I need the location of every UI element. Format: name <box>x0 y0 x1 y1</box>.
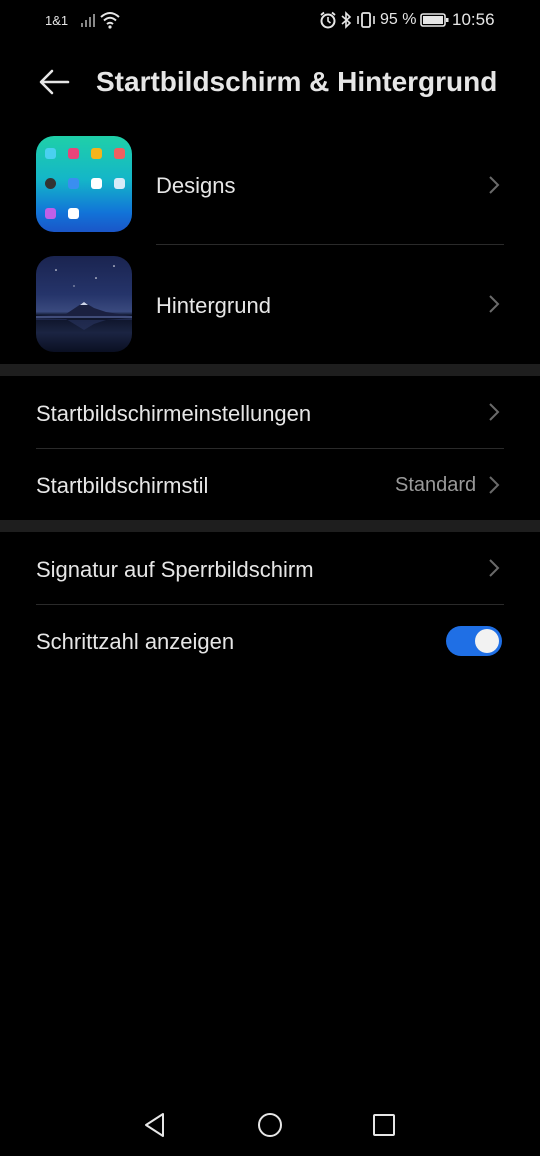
wallpaper-thumbnail <box>36 256 132 352</box>
chevron-right-icon <box>489 559 500 577</box>
recents-square-icon[interactable] <box>370 1111 398 1139</box>
chevron-right-icon <box>489 403 500 421</box>
clock: 10:56 <box>452 10 495 29</box>
designs-thumbnail <box>36 136 132 232</box>
wallpaper-label: Hintergrund <box>156 293 271 318</box>
wifi-icon <box>100 12 120 29</box>
step-count-label: Schrittzahl anzeigen <box>36 629 235 654</box>
list-item-designs[interactable]: Designs <box>0 128 540 244</box>
lockscreen-signature-label: Signatur auf Sperrbildschirm <box>36 557 314 582</box>
back-triangle-icon[interactable] <box>141 1111 169 1139</box>
page-title: Startbildschirm & Hintergrund <box>96 66 498 97</box>
step-count-toggle[interactable] <box>446 626 502 656</box>
signal-icon <box>81 14 95 27</box>
home-style-value: Standard <box>395 474 477 496</box>
home-circle-icon[interactable] <box>256 1111 284 1139</box>
bluetooth-icon <box>341 11 352 29</box>
home-settings-label: Startbildschirmeinstellungen <box>36 401 312 426</box>
section-separator <box>0 364 540 376</box>
battery-percent: 95 % <box>380 11 417 28</box>
vibrate-icon <box>357 12 375 28</box>
list-item-startbildschirmstil[interactable]: Startbildschirmstil Standard <box>0 449 540 520</box>
home-style-label: Startbildschirmstil <box>36 473 209 498</box>
status-bar: 1&1 95 % 10:56 <box>0 0 540 40</box>
list-item-hintergrund[interactable]: Hintergrund <box>0 245 540 363</box>
chevron-right-icon <box>489 176 500 194</box>
alarm-icon <box>320 11 336 29</box>
designs-label: Designs <box>156 173 236 198</box>
toggle-knob <box>475 629 499 653</box>
carrier-label: 1&1 <box>45 13 69 28</box>
back-arrow-icon[interactable] <box>36 64 72 100</box>
chevron-right-icon <box>489 476 500 494</box>
list-item-startbildschirmeinstellungen[interactable]: Startbildschirmeinstellungen <box>0 376 540 448</box>
list-item-signatur[interactable]: Signatur auf Sperrbildschirm <box>0 532 540 604</box>
section-separator <box>0 520 540 532</box>
chevron-right-icon <box>489 295 500 313</box>
battery-icon <box>420 13 449 27</box>
